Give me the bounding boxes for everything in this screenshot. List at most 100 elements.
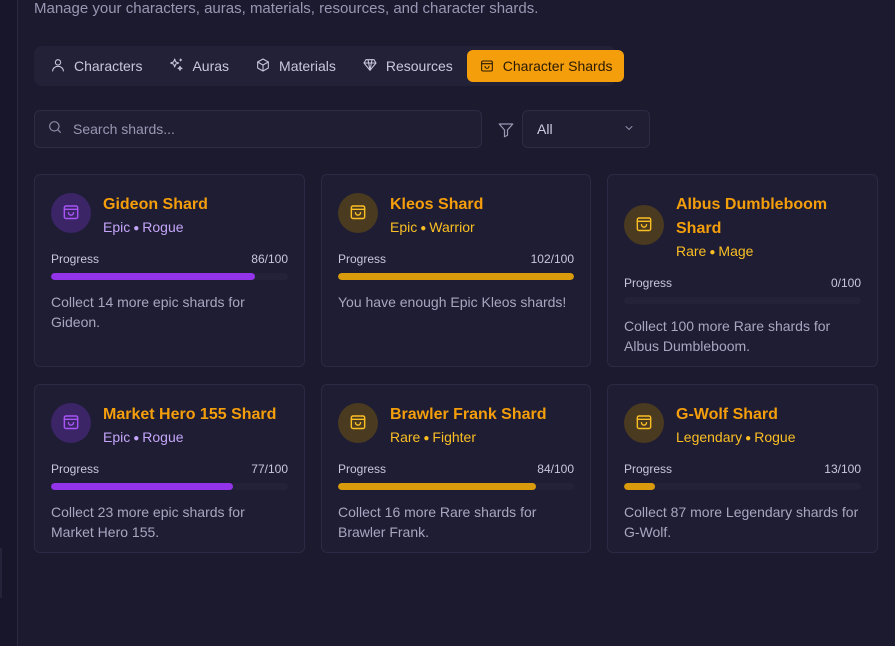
shard-description: Collect 87 more Legendary shards for G-W…: [624, 504, 859, 540]
progress-bar: [338, 483, 574, 490]
tab-label: Materials: [279, 58, 336, 74]
shard-class: Mage: [718, 243, 754, 259]
progress-bar: [624, 297, 861, 304]
shopping-bag-icon: [634, 411, 654, 436]
shopping-bag-icon: [634, 213, 654, 238]
tab-label: Resources: [385, 58, 453, 74]
shard-description: You have enough Epic Kleos shards!: [338, 294, 567, 310]
progress-label: Progress: [51, 252, 100, 266]
shard-title: Gideon Shard: [103, 196, 208, 213]
shard-avatar: [51, 193, 91, 233]
progress-row: Progress 0/100: [624, 276, 861, 292]
progress-value: 77/100: [251, 462, 288, 476]
separator-dot: ●: [709, 247, 716, 258]
progress-fill: [51, 273, 255, 280]
shard-avatar: [624, 205, 664, 245]
left-rail: [0, 0, 18, 646]
progress-fill: [51, 483, 234, 490]
progress-label: Progress: [51, 462, 100, 476]
shard-card[interactable]: Kleos Shard Epic ● Warrior Progress 102/10…: [321, 174, 591, 367]
shard-title: Market Hero 155 Shard: [103, 406, 277, 423]
shard-title: Kleos Shard: [390, 196, 484, 213]
tab-auras[interactable]: Auras: [156, 50, 241, 82]
user-icon: [50, 57, 66, 76]
shard-class: Rogue: [142, 429, 184, 445]
progress-row: Progress 84/100: [338, 462, 574, 478]
progress-fill: [338, 273, 574, 280]
chevron-down-icon: [623, 121, 635, 137]
tab-materials[interactable]: Materials: [243, 50, 348, 82]
progress-value: 102/100: [530, 252, 574, 266]
shard-rarity: Legendary: [676, 429, 743, 445]
progress-label: Progress: [624, 462, 673, 476]
progress-value: 13/100: [824, 462, 861, 476]
shard-card[interactable]: G-Wolf Shard Legendary ● Rogue Progress 13…: [607, 384, 878, 553]
sparkles-icon: [168, 57, 184, 76]
shard-meta: Epic ● Rogue: [103, 427, 276, 450]
shard-rarity: Rare: [390, 429, 421, 445]
shard-avatar: [338, 403, 378, 443]
shard-rarity: Epic: [103, 219, 131, 235]
tab-bar: Characters Auras Materials Resources Cha…: [34, 46, 625, 86]
box-icon: [255, 57, 271, 76]
shard-description: Collect 23 more epic shards for Market H…: [51, 504, 245, 540]
shard-title: G-Wolf Shard: [676, 406, 778, 423]
progress-value: 86/100: [251, 252, 288, 266]
shard-title: Albus Dumbleboom Shard: [676, 196, 828, 237]
shard-rarity: Rare: [676, 243, 707, 259]
tab-label: Characters: [74, 58, 143, 74]
shard-class: Fighter: [432, 429, 476, 445]
progress-bar: [338, 273, 574, 280]
progress-label: Progress: [338, 252, 387, 266]
separator-dot: ●: [133, 223, 140, 234]
shard-card[interactable]: Market Hero 155 Shard Epic ● Rogue Progres…: [34, 384, 305, 553]
progress-row: Progress 13/100: [624, 462, 861, 478]
filter-icon[interactable]: [497, 121, 515, 139]
shard-description: Collect 16 more Rare shards for Brawler …: [338, 504, 537, 540]
shopping-bag-icon: [61, 411, 81, 436]
shard-class: Warrior: [429, 219, 475, 235]
progress-bar: [51, 483, 288, 490]
progress-row: Progress 102/100: [338, 252, 574, 268]
progress-fill: [624, 483, 655, 490]
shopping-bag-icon: [348, 201, 368, 226]
shard-meta: Rare ● Fighter: [390, 427, 547, 450]
rarity-filter-select[interactable]: All: [522, 110, 650, 148]
progress-value: 0/100: [830, 276, 861, 290]
separator-dot: ●: [745, 433, 752, 444]
shard-avatar: [338, 193, 378, 233]
shard-title: Brawler Frank Shard: [390, 406, 547, 423]
shard-card[interactable]: Gideon Shard Epic ● Rogue Progress 86/100 …: [34, 174, 305, 367]
select-value: All: [537, 121, 553, 137]
tab-resources[interactable]: Resources: [350, 50, 465, 82]
shard-card[interactable]: Brawler Frank Shard Rare ● Fighter Progres…: [321, 384, 591, 553]
shopping-bag-icon: [479, 57, 495, 76]
progress-row: Progress 77/100: [51, 462, 288, 478]
shard-description: Collect 14 more epic shards for Gideon.: [51, 294, 245, 330]
progress-fill: [338, 483, 537, 490]
rail-divider: [0, 548, 2, 598]
shard-description: Collect 100 more Rare shards for Albus D…: [624, 318, 831, 354]
shard-class: Rogue: [142, 219, 184, 235]
shard-rarity: Epic: [103, 429, 131, 445]
shard-avatar: [51, 403, 91, 443]
progress-label: Progress: [624, 276, 673, 290]
search-icon: [47, 119, 63, 140]
shard-meta: Legendary ● Rogue: [676, 427, 795, 450]
tab-characters[interactable]: Characters: [38, 50, 154, 82]
separator-dot: ●: [423, 433, 430, 444]
search-box: [34, 110, 482, 148]
shard-meta: Rare ● Mage: [676, 241, 861, 264]
tab-label: Character Shards: [502, 58, 613, 74]
search-input[interactable]: [73, 121, 453, 137]
shard-card[interactable]: Albus Dumbleboom Shard Rare ● Mage Progres…: [607, 174, 878, 367]
shopping-bag-icon: [348, 411, 368, 436]
progress-bar: [51, 273, 288, 280]
shard-avatar: [624, 403, 664, 443]
tab-character-shards[interactable]: Character Shards: [466, 50, 625, 82]
progress-bar: [624, 483, 861, 490]
progress-label: Progress: [338, 462, 387, 476]
separator-dot: ●: [420, 223, 427, 234]
gem-icon: [362, 57, 378, 76]
shard-meta: Epic ● Rogue: [103, 217, 208, 240]
